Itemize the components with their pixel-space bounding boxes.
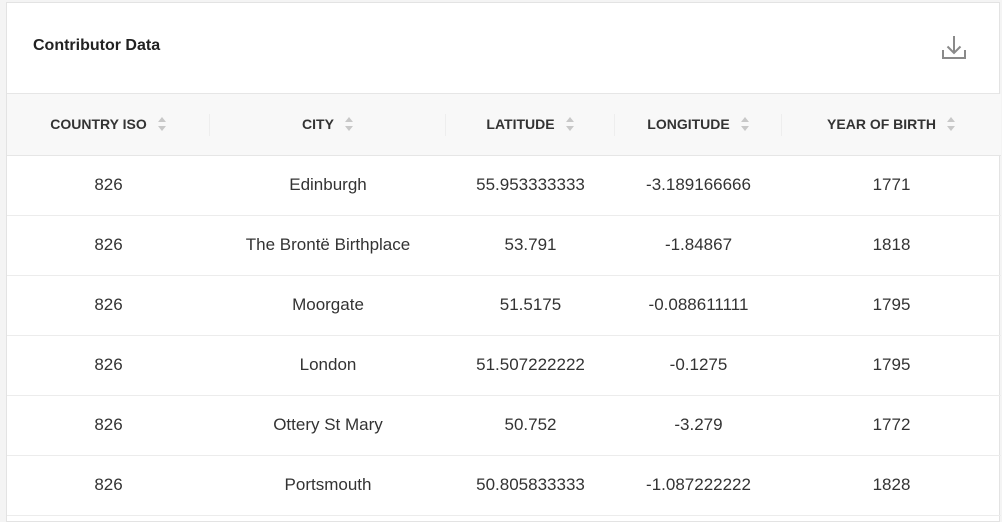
cell-longitude: -3.189166666: [615, 155, 782, 216]
cell-year-of-birth: 1828: [782, 455, 1001, 516]
download-icon: [942, 36, 966, 59]
sort-icon[interactable]: [565, 116, 575, 132]
cell-city: The Brontë Birthplace: [210, 215, 446, 276]
contributor-data-card: Contributor Data COUNTRY ISO CITY LATITU…: [6, 2, 1001, 522]
column-header-country-iso[interactable]: COUNTRY ISO: [7, 94, 210, 156]
cell-country-iso: 826: [7, 395, 210, 456]
cell-country-iso: 826: [7, 455, 210, 516]
column-header-longitude[interactable]: LONGITUDE: [615, 94, 782, 156]
card-header: Contributor Data: [7, 3, 999, 94]
cell-latitude: 51.507222222: [446, 335, 615, 396]
column-label-latitude: LATITUDE: [486, 116, 555, 133]
cell-year-of-birth: 1795: [782, 275, 1001, 336]
cell-latitude: 50.752: [446, 395, 615, 456]
table-header-row: COUNTRY ISO CITY LATITUDE LONGITUDE YEAR…: [7, 94, 1001, 156]
column-label-year-of-birth: YEAR OF BIRTH: [827, 116, 936, 133]
cell-city: Moorgate: [210, 275, 446, 336]
cell-city: Portsmouth: [210, 455, 446, 516]
table-row: 826 Ottery St Mary 50.752 -3.279 1772: [7, 395, 1001, 456]
column-header-year-of-birth[interactable]: YEAR OF BIRTH: [782, 94, 1001, 156]
column-header-latitude[interactable]: LATITUDE: [446, 94, 615, 156]
table-row: 826 Edinburgh 55.953333333 -3.189166666 …: [7, 155, 1001, 216]
column-label-country-iso: COUNTRY ISO: [50, 116, 147, 133]
cell-latitude: 50.805833333: [446, 455, 615, 516]
column-label-longitude: LONGITUDE: [647, 116, 730, 133]
cell-city: Ottery St Mary: [210, 395, 446, 456]
cell-longitude: -0.1275: [615, 335, 782, 396]
cell-city: Edinburgh: [210, 155, 446, 216]
cell-year-of-birth: 1795: [782, 335, 1001, 396]
cell-city: London: [210, 335, 446, 396]
cell-country-iso: 826: [7, 275, 210, 336]
cell-longitude: -0.088611111: [615, 275, 782, 336]
contributor-table: COUNTRY ISO CITY LATITUDE LONGITUDE YEAR…: [7, 94, 1001, 516]
cell-country-iso: 826: [7, 155, 210, 216]
sort-icon[interactable]: [740, 116, 750, 132]
table-header: COUNTRY ISO CITY LATITUDE LONGITUDE YEAR…: [7, 94, 1001, 156]
sort-icon[interactable]: [344, 116, 354, 132]
cell-latitude: 55.953333333: [446, 155, 615, 216]
table-row: 826 The Brontë Birthplace 53.791 -1.8486…: [7, 215, 1001, 276]
download-button[interactable]: [939, 33, 969, 63]
cell-country-iso: 826: [7, 215, 210, 276]
sort-icon[interactable]: [157, 116, 167, 132]
column-header-city[interactable]: CITY: [210, 94, 446, 156]
cell-longitude: -1.84867: [615, 215, 782, 276]
cell-year-of-birth: 1771: [782, 155, 1001, 216]
card-title: Contributor Data: [33, 37, 161, 54]
cell-longitude: -3.279: [615, 395, 782, 456]
cell-year-of-birth: 1772: [782, 395, 1001, 456]
sort-icon[interactable]: [946, 116, 956, 132]
table-row: 826 Moorgate 51.5175 -0.088611111 1795: [7, 275, 1001, 336]
cell-year-of-birth: 1818: [782, 215, 1001, 276]
column-label-city: CITY: [302, 116, 334, 133]
table-row: 826 London 51.507222222 -0.1275 1795: [7, 335, 1001, 396]
table-row: 826 Portsmouth 50.805833333 -1.087222222…: [7, 455, 1001, 516]
cell-longitude: -1.087222222: [615, 455, 782, 516]
cell-latitude: 51.5175: [446, 275, 615, 336]
table-body: 826 Edinburgh 55.953333333 -3.189166666 …: [7, 155, 1001, 516]
cell-latitude: 53.791: [446, 215, 615, 276]
cell-country-iso: 826: [7, 335, 210, 396]
